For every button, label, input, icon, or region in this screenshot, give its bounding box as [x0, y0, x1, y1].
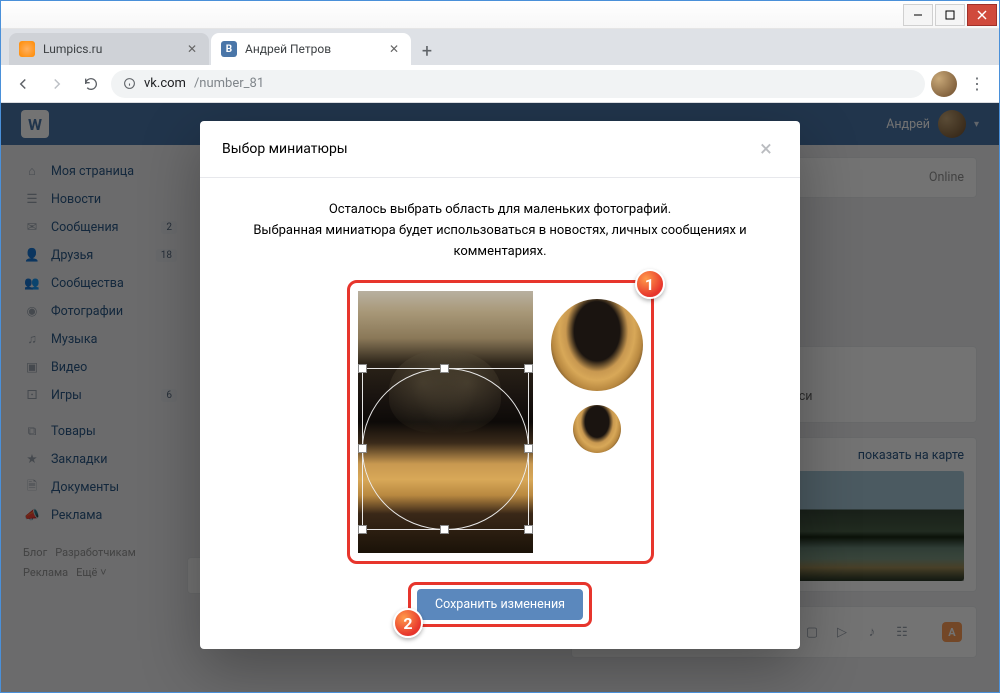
address-bar[interactable]: vk.com/number_81: [111, 70, 925, 98]
modal-body: Осталось выбрать область для маленьких ф…: [200, 178, 800, 582]
browser-tab-active[interactable]: B Андрей Петров ✕: [211, 33, 411, 65]
window-titlebar: [1, 1, 999, 29]
url-host: vk.com: [144, 76, 186, 91]
save-button[interactable]: Сохранить изменения: [417, 589, 583, 620]
annotation-highlight-1: 1: [347, 280, 654, 564]
thumbnail-preview-small: [573, 405, 621, 453]
close-icon: [977, 10, 987, 20]
thumbnail-modal: Выбор миниатюры × Осталось выбрать облас…: [200, 121, 800, 649]
arrow-right-icon: [48, 75, 66, 93]
modal-desc-line: Выбранная миниатюра будет использоваться…: [228, 221, 772, 263]
browser-window: Lumpics.ru ✕ B Андрей Петров ✕ + vk.com/…: [0, 0, 1000, 693]
crop-source-image[interactable]: [358, 291, 533, 553]
crop-handle[interactable]: [358, 364, 367, 373]
crop-handle[interactable]: [524, 444, 533, 453]
crop-handle[interactable]: [440, 364, 449, 373]
new-tab-button[interactable]: +: [413, 37, 441, 65]
url-path: /number_81: [194, 76, 264, 91]
minimize-icon: [913, 10, 923, 20]
modal-header: Выбор миниатюры ×: [200, 121, 800, 178]
crop-previews: [551, 291, 643, 453]
annotation-badge-2: 2: [393, 608, 423, 638]
window-maximize-button[interactable]: [935, 4, 965, 26]
tab-title: Андрей Петров: [245, 42, 387, 56]
crop-selector[interactable]: [363, 369, 528, 529]
favicon-icon: B: [221, 41, 237, 57]
maximize-icon: [945, 10, 955, 20]
crop-handle[interactable]: [358, 444, 367, 453]
tab-close-icon[interactable]: ✕: [185, 42, 199, 56]
browser-toolbar: vk.com/number_81 ⋮: [1, 65, 999, 103]
modal-description: Осталось выбрать область для маленьких ф…: [228, 200, 772, 262]
profile-avatar[interactable]: [931, 71, 957, 97]
favicon-icon: [19, 41, 35, 57]
vk-page: W Андрей ▾ ⌂Моя страница ☰Новости ✉Сообщ…: [1, 103, 999, 692]
modal-title: Выбор миниатюры: [222, 141, 754, 157]
browser-tab[interactable]: Lumpics.ru ✕: [9, 33, 209, 65]
window-minimize-button[interactable]: [903, 4, 933, 26]
nav-reload-button[interactable]: [77, 70, 105, 98]
annotation-highlight-2: Сохранить изменения 2: [408, 582, 592, 627]
arrow-left-icon: [14, 75, 32, 93]
modal-overlay: Выбор миниатюры × Осталось выбрать облас…: [1, 103, 999, 692]
crop-handle[interactable]: [524, 525, 533, 534]
tab-close-icon[interactable]: ✕: [387, 42, 401, 56]
crop-handle[interactable]: [524, 364, 533, 373]
modal-close-button[interactable]: ×: [754, 137, 778, 161]
nav-back-button[interactable]: [9, 70, 37, 98]
reload-icon: [83, 76, 99, 92]
browser-menu-button[interactable]: ⋮: [963, 70, 991, 98]
thumbnail-preview-large: [551, 299, 643, 391]
browser-tabstrip: Lumpics.ru ✕ B Андрей Петров ✕ +: [1, 29, 999, 65]
annotation-badge-1: 1: [635, 269, 665, 299]
modal-footer: Сохранить изменения 2: [200, 582, 800, 649]
tab-title: Lumpics.ru: [43, 42, 185, 56]
crop-handle[interactable]: [440, 525, 449, 534]
crop-area-wrapper: 1: [347, 280, 654, 564]
info-icon: [123, 77, 136, 90]
modal-desc-line: Осталось выбрать область для маленьких ф…: [228, 200, 772, 221]
nav-forward-button[interactable]: [43, 70, 71, 98]
crop-handle[interactable]: [358, 525, 367, 534]
window-close-button[interactable]: [967, 4, 997, 26]
